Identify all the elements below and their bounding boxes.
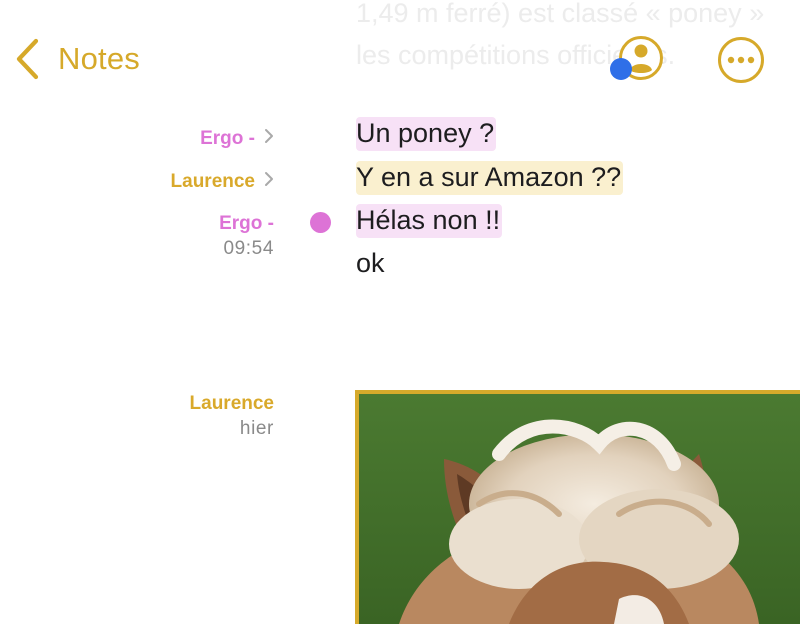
- author-name: Ergo -: [200, 128, 255, 149]
- edit-timestamp: 09:54: [223, 238, 274, 259]
- attachment-timestamp: hier: [239, 418, 274, 439]
- collaboration-button[interactable]: [608, 34, 666, 82]
- author-name: Ergo -: [219, 213, 274, 234]
- author-link-ergo[interactable]: Ergo -: [200, 128, 274, 150]
- note-text: ok: [356, 248, 385, 278]
- chevron-left-icon: [14, 38, 40, 80]
- highlighted-text: Un poney ?: [356, 117, 497, 151]
- note-line[interactable]: Un poney ?: [356, 117, 497, 151]
- chevron-right-icon: [264, 171, 274, 193]
- author-label-ergo: Ergo -: [219, 213, 274, 235]
- unread-change-dot: [310, 212, 331, 233]
- back-label: Notes: [58, 41, 140, 76]
- pony-photo-attachment[interactable]: [355, 390, 800, 624]
- chevron-right-icon: [264, 128, 274, 150]
- highlighted-text: Y en a sur Amazon ??: [356, 161, 624, 195]
- note-line[interactable]: Hélas non !!: [356, 204, 503, 238]
- note-line[interactable]: ok: [356, 248, 385, 279]
- author-label-laurence: Laurence: [190, 393, 274, 415]
- background-text-line: 1,49 m ferré) est classé « poney »: [356, 0, 765, 28]
- more-options-button[interactable]: [716, 35, 766, 85]
- note-line[interactable]: Y en a sur Amazon ??: [356, 161, 624, 195]
- activity-dot: [610, 58, 632, 80]
- pony-image: [359, 394, 800, 624]
- author-name: Laurence: [189, 393, 274, 414]
- highlighted-text: Hélas non !!: [356, 204, 503, 238]
- author-name: Laurence: [170, 171, 255, 192]
- ellipsis-circle-icon: [718, 37, 764, 83]
- back-to-notes-button[interactable]: Notes: [14, 36, 140, 82]
- author-link-laurence[interactable]: Laurence: [171, 171, 274, 193]
